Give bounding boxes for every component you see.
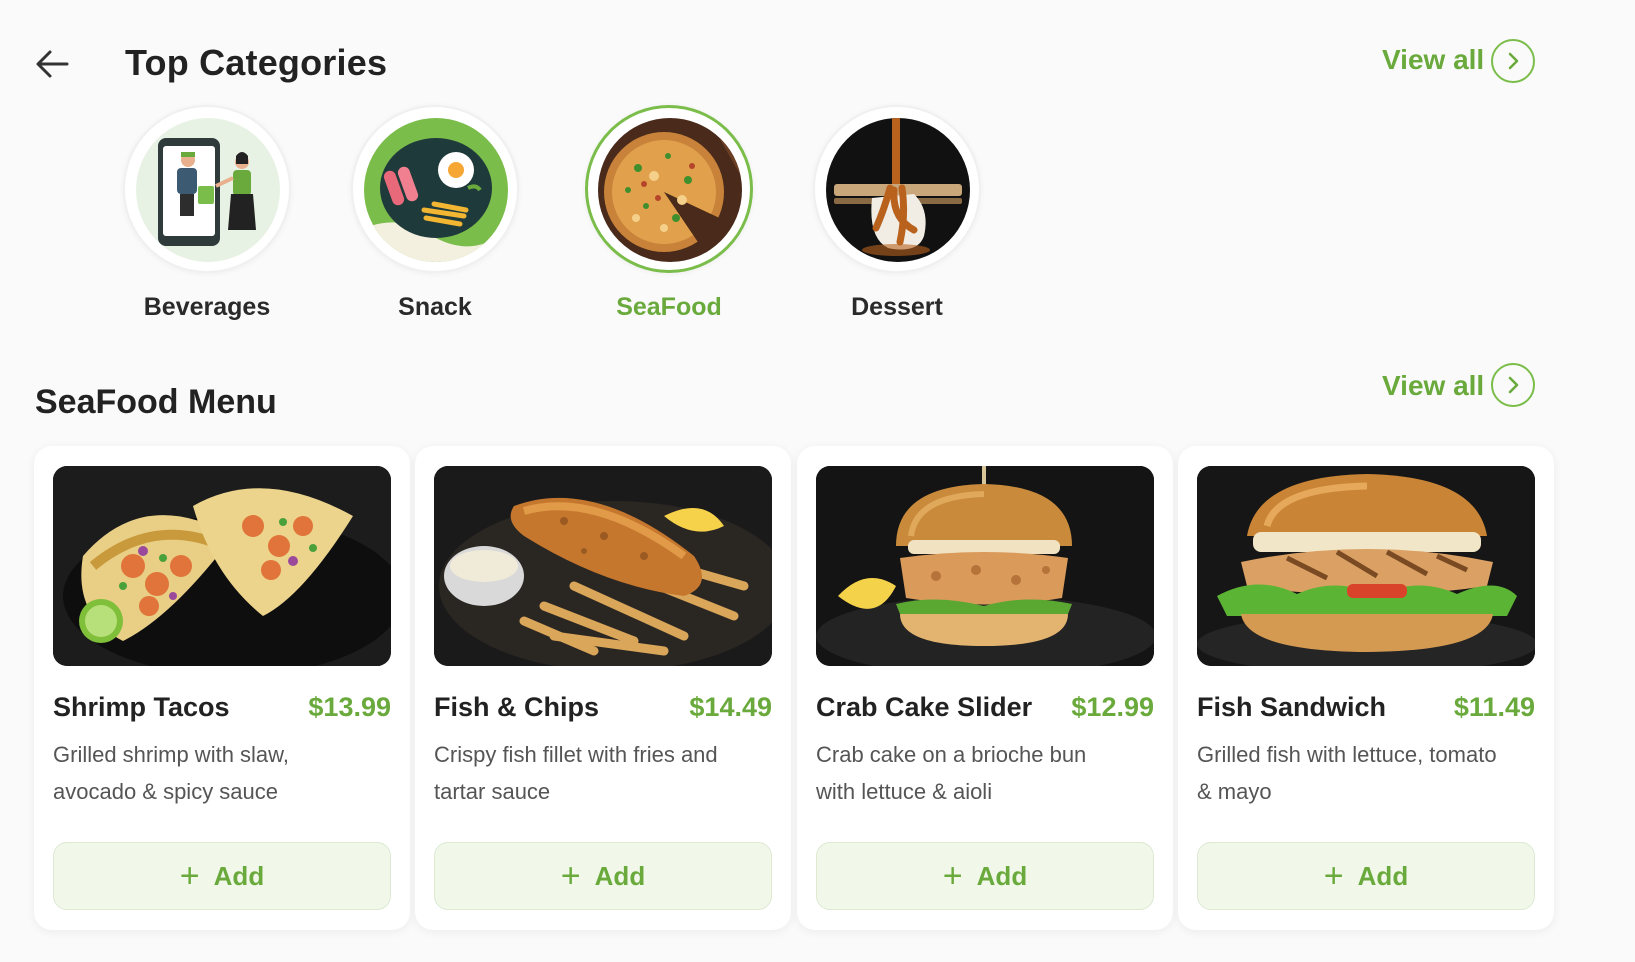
view-all-categories-link[interactable]: View all [1382,44,1484,76]
item-price: $13.99 [308,692,391,722]
menu-card: Crab Cake Slider $12.99 Crab cake on a b… [797,446,1173,930]
delivery-illustration-icon [136,118,280,262]
fish-sandwich-photo [1197,466,1535,666]
item-price: $12.99 [1071,692,1154,722]
item-description: Crispy fish fillet with fries and tartar… [434,742,718,804]
add-label: Add [976,860,1028,891]
category-snack[interactable]: Snack [335,105,535,335]
category-label: Snack [398,293,472,321]
plus-icon: + [942,857,963,895]
shrimp-tacos-photo [53,466,391,666]
add-button[interactable]: + Add [434,842,772,910]
add-label: Add [594,860,646,891]
dessert-photo-icon [826,118,970,262]
plus-icon: + [1323,857,1344,895]
item-name: Fish Sandwich [1197,692,1387,722]
category-beverages[interactable]: Beverages [107,105,307,335]
item-description: Grilled fish with lettuce, tomato & mayo [1197,742,1497,804]
view-all-categories-button[interactable] [1491,39,1535,83]
add-button[interactable]: + Add [1197,842,1535,910]
breakfast-plate-illustration-icon [364,118,508,262]
add-label: Add [1357,860,1409,891]
item-name: Shrimp Tacos [53,692,230,722]
view-all-menu-link[interactable]: View all [1382,370,1484,402]
category-label-active: SeaFood [616,293,722,321]
add-button[interactable]: + Add [816,842,1154,910]
section-title: SeaFood Menu [35,383,277,421]
chevron-right-icon [1508,376,1519,394]
arrow-left-icon [36,50,69,78]
category-ring-active [585,105,753,273]
item-name: Crab Cake Slider [816,692,1033,722]
chevron-right-icon [1508,52,1519,70]
fish-and-chips-photo [434,466,772,666]
item-description: Grilled shrimp with slaw, avocado & spic… [53,742,289,804]
item-price: $11.49 [1453,692,1535,722]
menu-card: Shrimp Tacos $13.99 Grilled shrimp with … [34,446,410,930]
pizza-photo-icon [598,118,742,262]
category-label: Dessert [851,293,943,321]
item-description: Crab cake on a brioche bun with lettuce … [816,742,1087,804]
category-ring [351,105,519,273]
item-price: $14.49 [689,692,772,722]
category-ring [123,105,291,273]
plus-icon: + [560,857,581,895]
category-list: Beverages Snack SeaFood Dessert [0,105,1635,335]
category-dessert[interactable]: Dessert [797,105,997,335]
plus-icon: + [179,857,200,895]
menu-card: Fish & Chips $14.49 Crispy fish fillet w… [415,446,791,930]
item-name: Fish & Chips [434,692,600,722]
category-ring [813,105,981,273]
back-button[interactable] [30,42,74,86]
page-title: Top Categories [125,42,388,83]
view-all-menu-button[interactable] [1491,363,1535,407]
menu-card: Fish Sandwich $11.49 Grilled fish with l… [1178,446,1554,930]
crab-cake-slider-photo [816,466,1154,666]
category-label: Beverages [143,293,271,321]
add-label: Add [213,860,265,891]
category-seafood[interactable]: SeaFood [569,105,769,335]
add-button[interactable]: + Add [53,842,391,910]
top-bar: Top Categories View all [0,30,1635,96]
